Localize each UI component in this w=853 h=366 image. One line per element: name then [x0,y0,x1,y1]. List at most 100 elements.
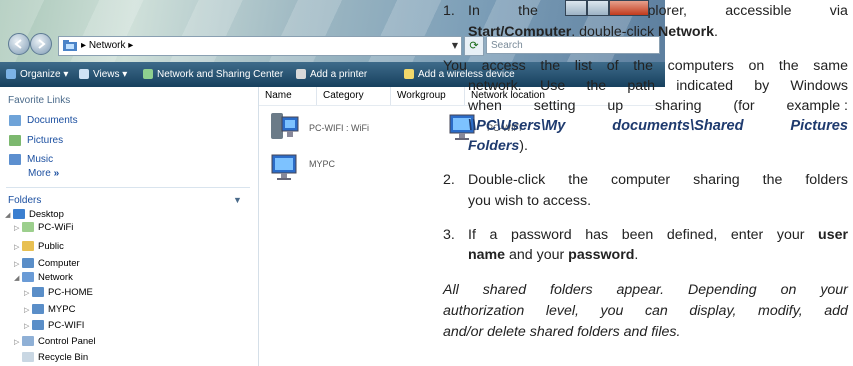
note-line1: All shared folders appear. Depending on … [443,282,848,298]
column-header-name[interactable]: Name [259,87,317,105]
word: up [607,98,624,114]
breadcrumb[interactable]: ▸ Network ▸ [81,37,133,55]
word: of [606,58,619,74]
tree-item-pc-wifi-network[interactable]: ▷ PC-WIFI [24,319,84,332]
word: via [829,3,848,19]
collapsed-arrow-icon[interactable]: ▷ [14,222,22,235]
views-button[interactable]: Views ▾ [79,62,127,87]
double-chevron-icon: » [53,168,60,179]
tree-item-recycle-bin[interactable]: Recycle Bin [22,351,88,364]
word: the [633,58,653,74]
column-header-workgroup[interactable]: Workgroup [391,87,465,105]
organize-button[interactable]: Organize ▾ [6,62,68,87]
word: your [820,282,848,298]
computer-icon [22,258,34,269]
word: can [644,303,668,319]
close-button[interactable] [609,0,649,16]
tree-item-public[interactable]: ▷ Public [14,240,64,253]
pictures-icon [9,134,21,146]
favorite-links-title: Favorite Links [8,95,71,106]
word: been [621,227,654,243]
forward-button[interactable] [30,33,52,55]
word: on [780,282,797,298]
folder-icon [22,241,34,252]
more-link[interactable]: More » [28,168,59,179]
bold-text: Network [658,24,714,40]
refresh-button[interactable]: ⟳ [464,36,484,56]
word: the [762,172,783,188]
tree-item-desktop[interactable]: ◢ Desktop [5,208,64,221]
word: you [600,303,624,319]
tree-label: Control Panel [38,336,96,347]
column-header-category[interactable]: Category [317,87,391,105]
expanded-arrow-icon[interactable]: ◢ [5,209,13,222]
step-number: 3. [443,227,455,243]
item-label: MYPC [309,159,336,169]
back-button[interactable] [8,33,30,55]
breadcrumb-network[interactable]: Network [89,40,126,51]
network-item-mypc[interactable]: MYPC [269,151,335,188]
tree-label: PC-WIFI [48,320,85,331]
text: . [714,24,718,40]
step2-line2: you wish to access. [468,193,592,209]
text: and your [505,247,569,263]
address-bar[interactable]: ▸ Network ▸ ▼ [58,36,462,56]
tree-item-computer[interactable]: ▷ Computer [14,257,80,270]
tree-label: Desktop [29,209,64,220]
tree-item-mypc[interactable]: ▷ MYPC [24,303,75,316]
minimize-button[interactable] [565,0,587,16]
favorite-music[interactable]: Music [9,153,53,167]
expanded-arrow-icon[interactable]: ◢ [14,272,22,285]
favorite-documents[interactable]: Documents [9,114,78,128]
network-icon [143,69,153,80]
word: folders [550,282,593,298]
word: Use [540,78,566,94]
word: password [510,227,572,243]
word: \\PC\Users\My [468,118,566,134]
collapsed-arrow-icon[interactable]: ▷ [14,241,22,254]
word: accessible [725,3,792,19]
step1-line1: In the file explorer, accessible via [468,3,848,19]
media-computer-icon [271,113,299,139]
word: display, [689,303,737,319]
network-item-pc-wifi-share[interactable]: PC-WIFI : WiFi [269,111,369,148]
note-line3: and/or delete shared folders and files. [443,324,681,340]
bold-text: name [468,247,506,263]
collapsed-arrow-icon[interactable]: ▷ [24,304,32,317]
word: defined, [666,227,718,243]
para-line3: when setting up sharing (for example : [468,98,848,114]
favorite-pictures[interactable]: Pictures [9,134,63,148]
word: a [489,227,498,243]
word: path [627,78,655,94]
word: your [776,227,805,243]
wireless-device-icon [404,69,414,80]
tree-item-network[interactable]: ◢ Network [14,271,73,284]
music-icon [9,153,21,165]
network-sharing-center-button[interactable]: Network and Sharing Center [143,62,283,87]
maximize-button[interactable] [587,0,609,16]
word: Windows [790,78,848,94]
navigation-pane: Favorite Links Documents Pictures Music … [0,87,259,366]
word: If [468,227,476,243]
collapsed-arrow-icon[interactable]: ▷ [14,336,22,349]
word: modify, [758,303,803,319]
tree-item-pc-home[interactable]: ▷ PC-HOME [24,286,93,299]
chevron-down-icon[interactable]: ▼ [452,37,458,55]
collapsed-arrow-icon[interactable]: ▷ [24,287,32,300]
chevron-down-icon[interactable]: ▼ [233,195,242,205]
search-input[interactable]: Search [486,36,660,54]
tree-item-control-panel[interactable]: ▷ Control Panel [14,335,96,348]
computer-icon [32,287,44,298]
add-printer-button[interactable]: Add a printer [296,62,367,87]
folders-title[interactable]: Folders [8,195,41,206]
computer-icon [271,154,297,180]
collapsed-arrow-icon[interactable]: ▷ [24,320,32,333]
word: the [540,58,561,74]
step2-line1: Double-click the computer sharing the fo… [468,172,848,188]
network-icon [22,272,34,283]
documents-icon [9,114,21,126]
collapsed-arrow-icon[interactable]: ▷ [14,258,22,271]
tree-item-pc-wifi[interactable]: ▷ PC-WiFi [14,221,73,234]
word: sharing [655,98,702,114]
views-label: Views [93,69,120,80]
